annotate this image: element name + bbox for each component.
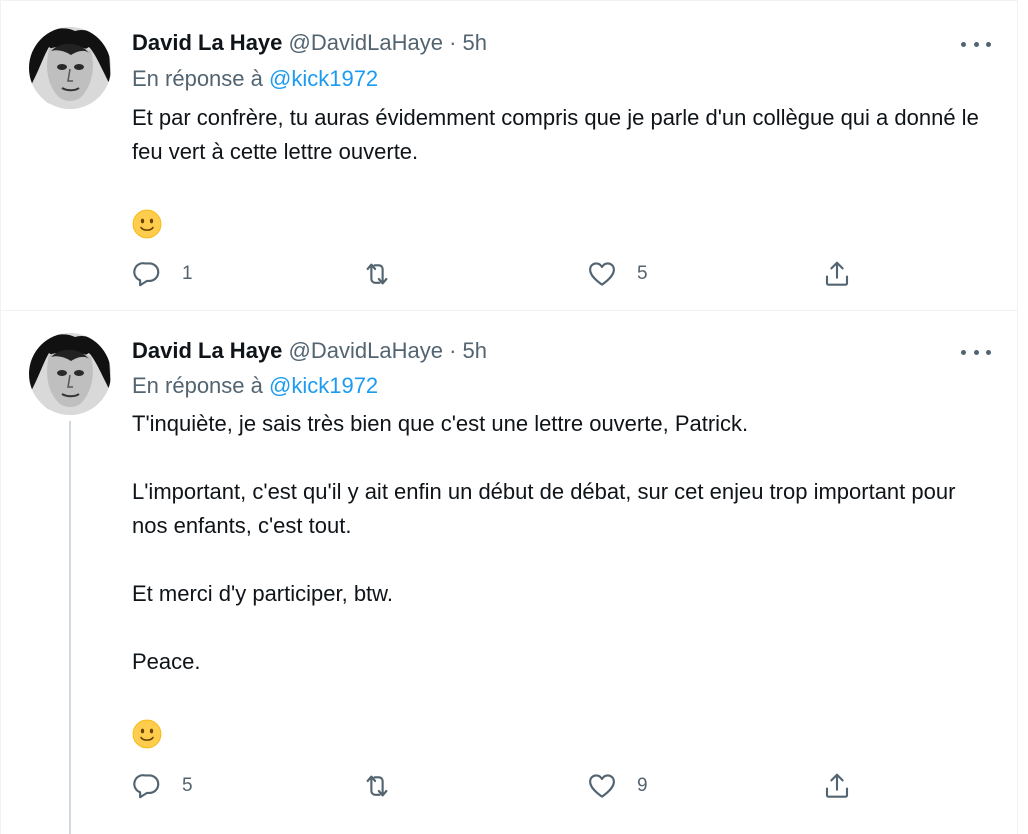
reply-prefix: En réponse à — [132, 66, 263, 91]
timestamp[interactable]: 5h — [463, 338, 487, 363]
tweet-paragraph: Et par confrère, tu auras évidemment com… — [132, 105, 979, 164]
share-button[interactable] — [822, 768, 852, 804]
like-button[interactable]: 9 — [587, 768, 648, 804]
reply-count: 5 — [182, 775, 193, 796]
share-icon — [822, 259, 852, 289]
reply-icon — [132, 771, 162, 801]
reply-icon — [132, 259, 162, 289]
more-button[interactable] — [961, 34, 991, 54]
heart-icon — [587, 771, 617, 801]
tweet[interactable]: David La Haye @DavidLaHaye · 5h En répon… — [0, 311, 1017, 834]
author-name[interactable]: David La Haye — [132, 338, 282, 363]
retweet-icon — [362, 771, 392, 801]
tweet-paragraph: Peace. — [132, 649, 201, 674]
like-button[interactable]: 5 — [587, 256, 648, 292]
reply-context: En réponse à @kick1972 — [132, 65, 378, 93]
timeline: David La Haye @DavidLaHaye · 5h En répon… — [0, 0, 1028, 834]
tweet-paragraph: T'inquiète, je sais très bien que c'est … — [132, 411, 749, 436]
share-button[interactable] — [822, 256, 852, 292]
tweet-header: David La Haye @DavidLaHaye · 5h — [132, 29, 487, 57]
like-count: 5 — [637, 263, 648, 284]
thread-connector-line — [69, 421, 71, 834]
heart-icon — [587, 259, 617, 289]
author-handle[interactable]: @DavidLaHaye — [289, 30, 443, 55]
retweet-button[interactable] — [362, 256, 412, 292]
reply-prefix: En réponse à — [132, 373, 263, 398]
separator-dot: · — [449, 30, 457, 55]
retweet-button[interactable] — [362, 768, 412, 804]
retweet-icon — [362, 259, 392, 289]
avatar-image — [29, 333, 111, 415]
tweet-text: T'inquiète, je sais très bien que c'est … — [132, 407, 992, 757]
reply-button[interactable]: 1 — [132, 256, 193, 292]
author-name[interactable]: David La Haye — [132, 30, 282, 55]
tweet-paragraph: Et merci d'y participer, btw. — [132, 581, 393, 606]
share-icon — [822, 771, 852, 801]
timeline-border — [1017, 0, 1018, 834]
reply-count: 1 — [182, 263, 193, 284]
more-icon — [986, 349, 991, 355]
tweet-paragraph: L'important, c'est qu'il y ait enfin un … — [132, 479, 956, 538]
slightly-smiling-face-icon — [132, 719, 162, 749]
tweet-actions: 5 9 — [132, 768, 862, 804]
slightly-smiling-face-icon — [132, 209, 162, 239]
more-icon — [961, 41, 966, 47]
more-icon — [973, 349, 979, 355]
avatar-image — [29, 27, 111, 109]
tweet-text: Et par confrère, tu auras évidemment com… — [132, 101, 992, 247]
more-icon — [986, 41, 991, 47]
timestamp[interactable]: 5h — [463, 30, 487, 55]
reply-mention-link[interactable]: @kick1972 — [269, 66, 378, 91]
tweet-header: David La Haye @DavidLaHaye · 5h — [132, 337, 487, 365]
author-handle[interactable]: @DavidLaHaye — [289, 338, 443, 363]
tweet[interactable]: David La Haye @DavidLaHaye · 5h En répon… — [0, 0, 1017, 311]
avatar[interactable] — [29, 27, 111, 109]
like-count: 9 — [637, 775, 648, 796]
more-icon — [973, 41, 979, 47]
reply-context: En réponse à @kick1972 — [132, 372, 378, 400]
more-icon — [961, 349, 966, 355]
reply-button[interactable]: 5 — [132, 768, 193, 804]
avatar[interactable] — [29, 333, 111, 415]
tweet-actions: 1 5 — [132, 256, 862, 292]
separator-dot: · — [449, 338, 457, 363]
reply-mention-link[interactable]: @kick1972 — [269, 373, 378, 398]
more-button[interactable] — [961, 342, 991, 362]
